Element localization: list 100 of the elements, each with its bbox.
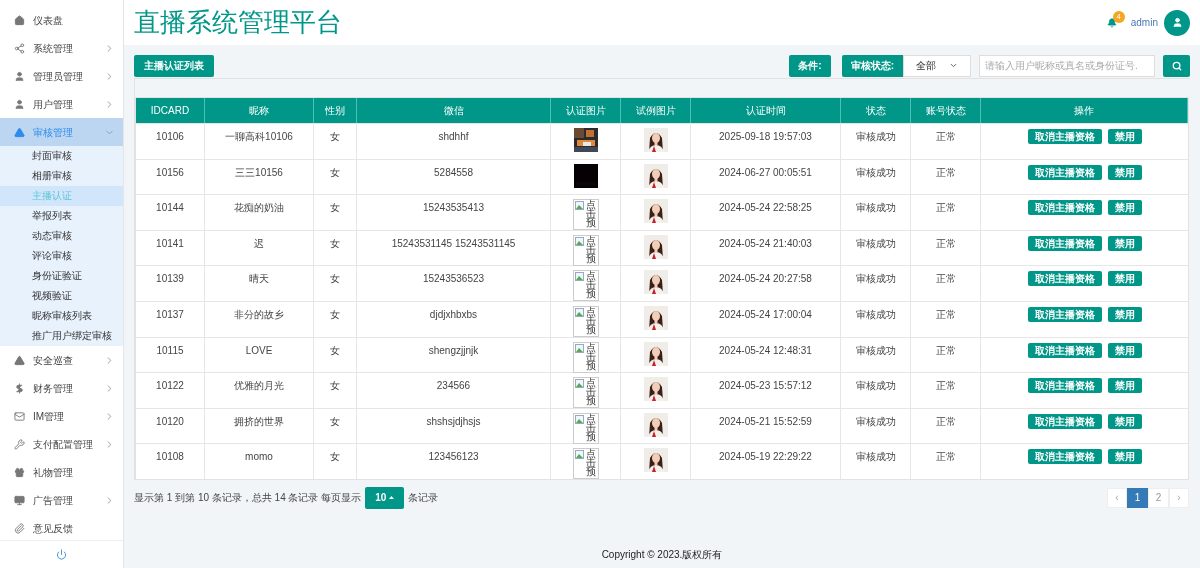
page-button[interactable]: 2 [1148,487,1169,508]
table-cell-text: 优雅的月光 [234,379,284,394]
nodes-icon [14,42,25,54]
user-avatar[interactable] [1164,9,1190,36]
disable-button[interactable]: 禁用 [1107,342,1142,358]
table-cell-text: 女 [330,414,340,429]
sidebar-item[interactable]: 审核管理 [0,118,123,146]
revoke-button[interactable]: 取消主播资格 [1027,164,1102,180]
table-cell-text: 审核成功 [855,343,896,358]
table-cell-text: 10108 [156,450,184,465]
revoke-button[interactable]: 取消主播资格 [1027,271,1102,287]
power-icon[interactable] [56,549,67,560]
table-cell-text: shengzjjnjk [428,343,479,358]
notification-badge: 4 [1112,10,1125,23]
search-field[interactable]: 请输入用户昵称或真名或身份证号. [979,54,1155,77]
table-cell-text: 10122 [156,379,184,394]
table-cell-text: 女 [330,450,340,465]
revoke-button[interactable]: 取消主播资格 [1027,306,1102,322]
sidebar-item[interactable]: 财务管理 [0,374,123,402]
disable-button[interactable]: 禁用 [1107,164,1142,180]
monitor-icon [14,494,25,506]
table-cell-text: 正常 [935,201,956,216]
sidebar-item[interactable]: 系统管理 [0,34,123,62]
table-cell-text: 正常 [935,307,956,322]
dollar-icon [14,382,25,394]
disable-button[interactable]: 禁用 [1107,271,1142,287]
table-cell-text: 5284558 [434,165,473,180]
table-cell-text: 2024-05-24 17:00:04 [719,307,812,322]
table-cell-text: 10106 [156,130,184,144]
table-cell-text: 10139 [156,272,184,287]
table-cell-text: 正常 [935,272,956,287]
sidebar-item[interactable]: 管理员管理 [0,62,123,90]
home-icon [14,14,25,26]
disable-button[interactable]: 禁用 [1107,306,1142,322]
submenu-item[interactable]: 举报列表 [0,206,123,226]
disable-button[interactable]: 禁用 [1107,413,1142,429]
column-header: 认证图片 [551,98,621,123]
submenu-item[interactable]: 视频验证 [0,286,123,306]
revoke-button[interactable]: 取消主播资格 [1027,378,1102,394]
bell-icon[interactable] [1106,17,1117,28]
submenu-item[interactable]: 昵称审核列表 [0,306,123,326]
table-cell-text: 2024-05-24 21:40:03 [719,236,812,251]
table-cell-text: 审核成功 [855,307,896,322]
sidebar-item[interactable]: 安全巡查 [0,346,123,374]
table-cell-text: momo [245,450,273,465]
table-cell-text: djdjxhbxbs [429,307,478,322]
submenu-item[interactable]: 评论审核 [0,246,123,266]
prev-page-button[interactable]: ‹ [1107,487,1127,508]
sidebar-item[interactable]: IM管理 [0,402,123,430]
revoke-button[interactable]: 取消主播资格 [1027,413,1102,429]
broken-image-icon [574,414,584,424]
sidebar-item[interactable]: 用户管理 [0,90,123,118]
disable-button[interactable]: 禁用 [1107,235,1142,251]
search-button[interactable] [1163,54,1190,77]
chevron-down-icon [949,61,958,70]
table-cell-text: LOVE [245,343,273,358]
revoke-button[interactable]: 取消主播资格 [1027,342,1102,358]
sidebar-item[interactable]: 意见反馈 [0,514,123,540]
next-page-button[interactable]: › [1169,487,1189,508]
tab-button[interactable]: 主播认证列表 [134,54,214,77]
disable-button[interactable]: 禁用 [1107,200,1142,216]
disable-button[interactable]: 禁用 [1107,449,1142,465]
table-cell-text: 2025-09-18 19:57:03 [719,130,812,144]
table-cell-text: 迟 [254,236,264,251]
table-cell-text: 女 [330,343,340,358]
sidebar-item[interactable]: 广告管理 [0,486,123,514]
image-alt-text: 点击预 [585,271,597,301]
revoke-button[interactable]: 取消主播资格 [1027,449,1102,465]
table-cell-text: 10115 [156,343,184,358]
submenu-item[interactable]: 动态审核 [0,226,123,246]
submenu-item[interactable]: 身份证验证 [0,266,123,286]
broken-image-icon [574,201,584,211]
sidebar-item[interactable]: 支付配置管理 [0,430,123,458]
submenu-item[interactable]: 推广用户绑定审核 [0,326,123,346]
pagination-info: 显示第 1 到第 10 条记录，总共 14 条记录 每页显示 [134,491,362,506]
table-cell-text: 2024-05-24 22:58:25 [719,201,812,216]
revoke-button[interactable]: 取消主播资格 [1027,235,1102,251]
sidebar-item[interactable]: 仪表盘 [0,6,123,34]
image-alt-text: 点击预 [585,200,597,230]
user-name[interactable]: admin [1130,15,1158,30]
table-cell-text: 审核成功 [855,450,896,465]
page-button[interactable]: 1 [1127,487,1148,508]
table-cell-text: 女 [330,201,340,216]
user-icon [14,98,25,110]
status-select[interactable]: 全部 [903,54,971,77]
sidebar-item[interactable]: 礼物管理 [0,458,123,486]
submenu-item[interactable]: 相册审核 [0,166,123,186]
disable-button[interactable]: 禁用 [1107,129,1142,144]
table-cell-text: 15243536523 [422,272,485,287]
table-cell-text: 正常 [935,130,956,144]
submenu-item[interactable]: 封面审核 [0,146,123,166]
revoke-button[interactable]: 取消主播资格 [1027,129,1102,144]
table-cell-text: 女 [330,307,340,322]
page-title: 直播系统管理平台 [134,6,343,39]
revoke-button[interactable]: 取消主播资格 [1027,200,1102,216]
image-alt-text: 点击预 [585,235,597,265]
table-cell-text: 2024-05-19 22:29:22 [719,450,812,465]
disable-button[interactable]: 禁用 [1107,378,1142,394]
table-cell-text: 晴天 [249,272,269,287]
page-size-button[interactable]: 10 [365,486,405,509]
